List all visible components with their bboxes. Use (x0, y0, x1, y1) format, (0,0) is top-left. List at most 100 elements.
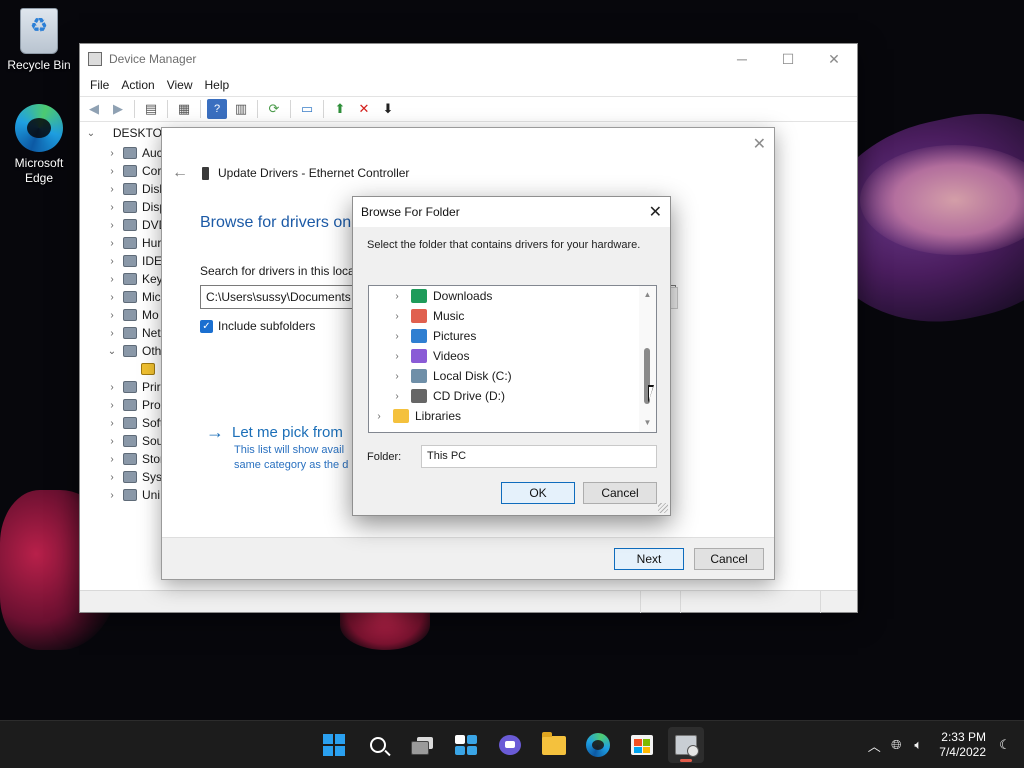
chevron-right-icon[interactable]: › (105, 328, 119, 339)
resize-grip-icon[interactable] (658, 503, 668, 513)
scroll-up-icon[interactable]: ▲ (639, 288, 656, 302)
chevron-right-icon[interactable]: › (373, 411, 385, 422)
folder-tree[interactable]: › Downloads › Music › Pictures › Videos › Local D… (368, 285, 657, 433)
chevron-right-icon[interactable]: › (391, 291, 403, 302)
scroll-down-icon[interactable]: ▼ (639, 416, 656, 430)
device-category-row[interactable]: › IDE (79, 252, 161, 270)
device-category-row[interactable]: › Disp (79, 198, 161, 216)
chevron-down-icon[interactable]: ⌄ (105, 346, 119, 357)
chevron-right-icon[interactable]: › (105, 382, 119, 393)
back-arrow-icon[interactable]: ← (172, 164, 188, 182)
edge-button[interactable] (580, 727, 616, 763)
search-button[interactable] (360, 727, 396, 763)
desktop-icon-microsoft-edge[interactable]: Microsoft Edge (1, 104, 77, 186)
desktop-icon-recycle-bin[interactable]: Recycle Bin (1, 8, 77, 73)
download-icon[interactable]: ⬇ (378, 99, 398, 119)
scan-hardware-icon[interactable]: ⟳ (264, 99, 284, 119)
device-category-row[interactable]: › Auc (79, 144, 161, 162)
folder-tree-item[interactable]: › Videos (391, 346, 469, 366)
device-category-row[interactable]: › Prir (79, 378, 160, 396)
forward-arrow-icon[interactable]: ▶ (108, 99, 128, 119)
device-category-row[interactable]: › Mo (79, 306, 158, 324)
folder-tree-item[interactable]: › Local Disk (C:) (391, 366, 512, 386)
chevron-right-icon[interactable]: › (105, 292, 119, 303)
chevron-right-icon[interactable]: › (105, 256, 119, 267)
menu-help[interactable]: Help (199, 78, 236, 92)
chevron-up-icon[interactable]: ︿ (863, 736, 885, 755)
close-icon[interactable]: ✕ (753, 134, 766, 154)
uninstall-device-icon[interactable]: ✕ (354, 99, 374, 119)
store-button[interactable] (624, 727, 660, 763)
focus-assist-moon-icon[interactable]: ☾ (994, 737, 1016, 753)
computer-monitor-icon[interactable]: ▭ (297, 99, 317, 119)
maximize-button[interactable]: ☐ (765, 44, 811, 74)
device-manager-taskbar-button[interactable] (668, 727, 704, 763)
ok-button[interactable]: OK (501, 482, 575, 504)
chevron-right-icon[interactable]: › (105, 274, 119, 285)
chevron-right-icon[interactable]: › (105, 490, 119, 501)
start-button[interactable] (316, 727, 352, 763)
properties-icon[interactable]: ▦ (174, 99, 194, 119)
chevron-right-icon[interactable]: › (105, 202, 119, 213)
device-category-row[interactable] (79, 360, 160, 378)
network-globe-icon[interactable]: 🌐︎ (885, 737, 907, 753)
clock[interactable]: 2:33 PM 7/4/2022 (939, 730, 986, 760)
close-icon[interactable]: ✕ (649, 202, 662, 222)
folder-tree-item[interactable]: › Libraries (373, 406, 461, 426)
chevron-right-icon[interactable]: › (105, 400, 119, 411)
device-category-row[interactable]: ⌄ Oth (79, 342, 161, 360)
chevron-right-icon[interactable]: › (391, 311, 403, 322)
device-category-row[interactable]: › Sou (79, 432, 161, 450)
device-category-row[interactable]: › Pro (79, 396, 160, 414)
device-category-row[interactable]: › Cor (79, 162, 161, 180)
task-view-button[interactable] (404, 727, 440, 763)
chevron-right-icon[interactable]: › (105, 148, 119, 159)
device-category-row[interactable]: › Key (79, 270, 161, 288)
chevron-right-icon[interactable]: › (105, 220, 119, 231)
menu-file[interactable]: File (84, 78, 115, 92)
device-category-row[interactable]: › Uni (79, 486, 160, 504)
scrollbar[interactable]: ▲ ▼ (639, 286, 656, 432)
action-pane-icon[interactable]: ▥ (231, 99, 251, 119)
cancel-button[interactable]: Cancel (583, 482, 657, 504)
pick-from-list-link[interactable]: → Let me pick from This list will show av… (206, 422, 348, 473)
show-hide-console-tree-icon[interactable]: ▤ (141, 99, 161, 119)
help-icon[interactable]: ? (207, 99, 227, 119)
chevron-right-icon[interactable]: › (105, 310, 119, 321)
chevron-right-icon[interactable]: › (105, 166, 119, 177)
back-arrow-icon[interactable]: ◀ (84, 99, 104, 119)
folder-tree-item[interactable]: › Pictures (391, 326, 476, 346)
device-category-row[interactable]: › Net (79, 324, 160, 342)
dialog-titlebar[interactable]: Browse For Folder (353, 197, 670, 227)
chevron-right-icon[interactable]: › (391, 351, 403, 362)
device-category-row[interactable]: › Soft (79, 414, 161, 432)
device-category-row[interactable]: › Disk (79, 180, 161, 198)
next-button[interactable]: Next (614, 548, 684, 570)
device-category-row[interactable]: › Hur (79, 234, 161, 252)
file-explorer-button[interactable] (536, 727, 572, 763)
chevron-right-icon[interactable]: › (391, 331, 403, 342)
tree-root[interactable]: ⌄ DESKTO (80, 124, 162, 142)
volume-icon[interactable]: 🔈︎ (907, 737, 929, 753)
folder-tree-item[interactable]: › Downloads (391, 286, 492, 306)
folder-input[interactable]: This PC (421, 445, 657, 468)
chevron-right-icon[interactable]: › (105, 238, 119, 249)
cancel-button[interactable]: Cancel (694, 548, 764, 570)
close-button[interactable]: ✕ (811, 44, 857, 74)
chevron-right-icon[interactable]: › (105, 418, 119, 429)
checkmark-icon[interactable]: ✓ (200, 319, 213, 333)
include-subfolders-checkbox[interactable]: ✓ Include subfolders (200, 319, 315, 333)
menu-action[interactable]: Action (115, 78, 160, 92)
update-driver-icon[interactable]: ⬆ (330, 99, 350, 119)
folder-tree-item[interactable]: › Music (391, 306, 464, 326)
widgets-button[interactable] (448, 727, 484, 763)
device-category-row[interactable]: › Syst (79, 468, 161, 486)
device-category-row[interactable]: › DVD (79, 216, 161, 234)
chat-button[interactable] (492, 727, 528, 763)
chevron-down-icon[interactable]: ⌄ (86, 128, 96, 139)
chevron-right-icon[interactable]: › (105, 454, 119, 465)
chevron-right-icon[interactable]: › (391, 371, 403, 382)
chevron-right-icon[interactable]: › (105, 472, 119, 483)
chevron-right-icon[interactable]: › (391, 391, 403, 402)
menu-view[interactable]: View (161, 78, 199, 92)
